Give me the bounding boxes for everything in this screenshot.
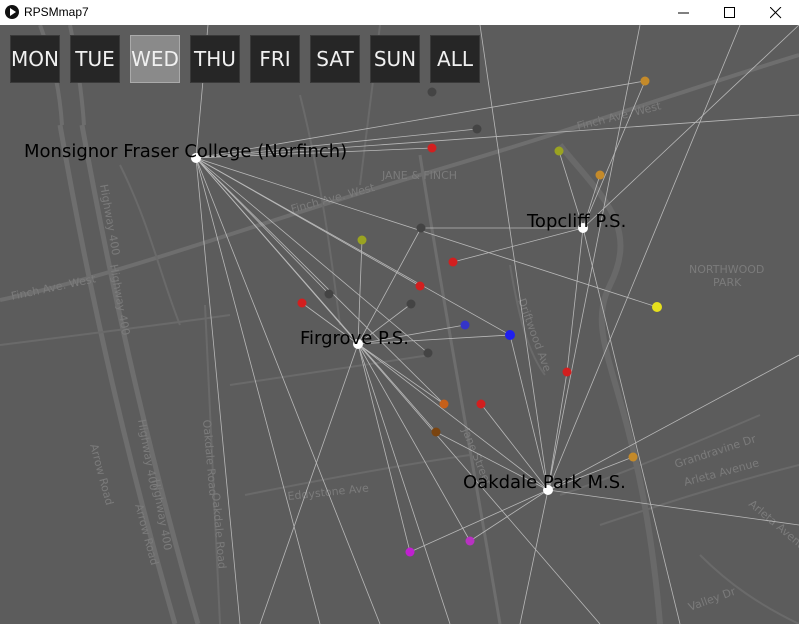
app-window: RPSMmap7 JANE & FINCH NORTHWOOD PARK Fin…	[0, 0, 799, 624]
school-label-firgrove: Firgrove P.S.	[300, 328, 409, 349]
location-point[interactable]	[406, 299, 416, 309]
location-point[interactable]	[595, 170, 605, 180]
location-point[interactable]	[439, 399, 449, 409]
day-button-wed[interactable]: WED	[130, 35, 180, 83]
map-label: Oakdale Road	[209, 492, 229, 569]
location-point[interactable]	[554, 146, 564, 156]
connection-lines	[195, 25, 799, 624]
day-button-all[interactable]: ALL	[430, 35, 480, 83]
school-label-monsignor-fraser: Monsignor Fraser College (Norfinch)	[24, 141, 348, 162]
map-label: JANE & FINCH	[381, 169, 457, 182]
map-label: NORTHWOOD	[689, 263, 764, 276]
minimize-icon	[678, 12, 689, 14]
window-title: RPSMmap7	[24, 5, 89, 19]
day-button-tue[interactable]: TUE	[70, 35, 120, 83]
maximize-button[interactable]	[707, 0, 753, 25]
location-point[interactable]	[562, 367, 572, 377]
map-label: Finch Ave. West	[289, 181, 376, 216]
location-point[interactable]	[324, 289, 334, 299]
location-point[interactable]	[427, 143, 437, 153]
location-point[interactable]	[652, 302, 662, 312]
location-point[interactable]	[357, 235, 367, 245]
map-label: Finch Ave. West	[10, 272, 98, 303]
close-button[interactable]	[753, 0, 799, 25]
map-label: Highway 400	[107, 263, 132, 336]
location-point[interactable]	[465, 536, 475, 546]
school-label-topcliff: Topcliff P.S.	[527, 211, 627, 232]
map-label: Arrow Road	[87, 442, 116, 506]
map-svg: JANE & FINCH NORTHWOOD PARK Finch Ave. W…	[0, 25, 799, 624]
school-label-oakdale-park: Oakdale Park M.S.	[463, 472, 626, 493]
day-button-mon[interactable]: MON	[10, 35, 60, 83]
map-canvas[interactable]: JANE & FINCH NORTHWOOD PARK Finch Ave. W…	[0, 25, 799, 624]
map-label: Arleta Avenue	[746, 497, 799, 557]
close-icon	[770, 7, 782, 19]
title-bar: RPSMmap7	[0, 0, 799, 25]
day-button-sun[interactable]: SUN	[370, 35, 420, 83]
location-point[interactable]	[427, 87, 437, 97]
map-label: Driftwood Ave	[515, 297, 554, 374]
minimize-button[interactable]	[661, 0, 707, 25]
day-button-sat[interactable]: SAT	[310, 35, 360, 83]
location-point[interactable]	[416, 223, 426, 233]
location-point[interactable]	[448, 257, 458, 267]
location-point[interactable]	[297, 298, 307, 308]
location-point[interactable]	[431, 427, 441, 437]
day-button-fri[interactable]: FRI	[250, 35, 300, 83]
location-point[interactable]	[476, 399, 486, 409]
location-point[interactable]	[640, 76, 650, 86]
maximize-icon	[724, 7, 735, 18]
location-point[interactable]	[460, 320, 470, 330]
day-button-thu[interactable]: THU	[190, 35, 240, 83]
location-point[interactable]	[405, 547, 415, 557]
location-point[interactable]	[423, 348, 433, 358]
app-icon	[5, 5, 19, 19]
location-point[interactable]	[415, 281, 425, 291]
map-label: Valley Dr	[687, 585, 738, 614]
location-point[interactable]	[505, 330, 515, 340]
location-point[interactable]	[628, 452, 638, 462]
map-label: PARK	[713, 276, 742, 289]
map-label: Oakdale Road	[200, 419, 220, 496]
location-point[interactable]	[472, 124, 482, 134]
